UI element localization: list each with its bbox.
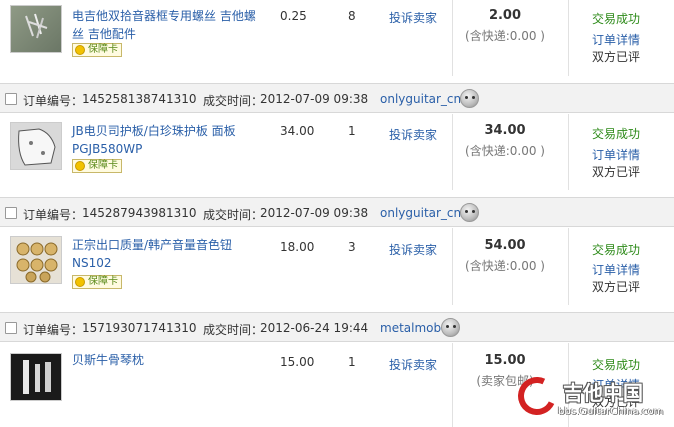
pickguard-icon <box>18 128 56 166</box>
order-checkbox[interactable] <box>5 322 17 334</box>
watermark-logo-text: 吉他中国 <box>563 381 643 405</box>
order-total: 15.00 <box>484 353 526 368</box>
column-divider <box>452 228 453 305</box>
order-detail-link[interactable]: 订单详情 <box>592 31 640 48</box>
deal-time: 2012-07-09 09:38 <box>260 206 369 220</box>
shipping-note: (含快递:0.00 ) <box>465 144 545 158</box>
order-number: 145287943981310 <box>82 206 197 220</box>
rating-status: 双方已评 <box>592 50 641 64</box>
order-total: 2.00 <box>488 8 522 23</box>
order-number-label: 订单编号： <box>23 94 84 108</box>
column-divider <box>452 114 453 190</box>
column-divider <box>568 0 569 76</box>
order-header: 订单编号： 145258138741310 成交时间： 2012-07-09 0… <box>0 83 674 113</box>
deal-time: 2012-07-09 09:38 <box>260 92 369 106</box>
complain-seller-link[interactable]: 投诉卖家 <box>389 126 437 143</box>
shipping-note: (含快递:0.00 ) <box>465 259 545 273</box>
rating-status: 双方已评 <box>592 165 641 179</box>
column-divider <box>452 343 453 427</box>
item-title[interactable]: 贝斯牛骨琴枕 <box>72 351 262 369</box>
order-checkbox[interactable] <box>5 207 17 219</box>
quantity: 1 <box>348 124 356 138</box>
trade-status: 交易成功 <box>592 358 641 372</box>
deal-time-label: 成交时间： <box>203 94 264 108</box>
rating-status: 双方已评 <box>592 280 641 294</box>
unit-price: 0.25 <box>280 9 307 23</box>
guarantee-icon <box>75 45 85 55</box>
deal-time-label: 成交时间： <box>203 323 264 337</box>
watermark-url: bbs.GuitarChina.com <box>558 406 664 417</box>
trade-status: 交易成功 <box>592 12 641 26</box>
quantity: 1 <box>348 355 356 369</box>
order-number-label: 订单编号： <box>23 323 84 337</box>
order-number: 145258138741310 <box>82 92 197 106</box>
item-title[interactable]: 正宗出口质量/韩产音量音色钮 NS102 <box>72 236 262 272</box>
knobs-thumbnail[interactable] <box>10 236 62 284</box>
unit-price: 18.00 <box>280 240 315 254</box>
order-item-2: JB电贝司护板/白珍珠护板 面板 PGJB580WP 保障卡 34.00 1 投… <box>0 114 674 190</box>
guarantee-icon <box>75 161 85 171</box>
quantity: 8 <box>348 9 356 23</box>
guarantee-badge[interactable]: 保障卡 <box>72 275 122 289</box>
guarantee-badge[interactable]: 保障卡 <box>72 43 122 57</box>
order-detail-link[interactable]: 订单详情 <box>592 261 640 278</box>
trade-status: 交易成功 <box>592 243 641 257</box>
complain-seller-link[interactable]: 投诉卖家 <box>389 356 437 373</box>
shipping-note: (含快递:0.00 ) <box>465 29 545 43</box>
order-header: 订单编号： 145287943981310 成交时间： 2012-07-09 0… <box>0 197 674 227</box>
column-divider <box>568 114 569 190</box>
bone-nut-icon <box>23 360 51 394</box>
seller-name-link[interactable]: metalmob <box>380 321 441 335</box>
order-number-label: 订单编号： <box>23 208 84 222</box>
column-divider <box>568 228 569 305</box>
wangwang-chat-icon[interactable] <box>460 89 479 108</box>
item-title[interactable]: 电吉他双拾音器框专用螺丝 吉他螺丝 吉他配件 <box>72 7 262 43</box>
column-divider <box>452 0 453 76</box>
site-watermark: 吉他中国 bbs.GuitarChina.com <box>512 371 674 427</box>
guarantee-badge[interactable]: 保障卡 <box>72 159 122 173</box>
unit-price: 34.00 <box>280 124 315 138</box>
order-item-3: 正宗出口质量/韩产音量音色钮 NS102 保障卡 18.00 3 投诉卖家 54… <box>0 228 674 304</box>
screws-thumbnail[interactable] <box>10 5 62 53</box>
trade-status: 交易成功 <box>592 127 641 141</box>
quantity: 3 <box>348 240 356 254</box>
item-title[interactable]: JB电贝司护板/白珍珠护板 面板 PGJB580WP <box>72 122 262 158</box>
guarantee-icon <box>75 277 85 287</box>
pickguard-thumbnail[interactable] <box>10 122 62 170</box>
seller-name-link[interactable]: onlyguitar_cn <box>380 206 461 220</box>
knobs-icon <box>16 242 58 283</box>
wangwang-chat-icon[interactable] <box>460 203 479 222</box>
deal-time-label: 成交时间： <box>203 208 264 222</box>
screws-icon <box>25 13 48 39</box>
complain-seller-link[interactable]: 投诉卖家 <box>389 241 437 258</box>
order-total: 34.00 <box>484 123 526 138</box>
order-detail-link[interactable]: 订单详情 <box>592 146 640 163</box>
complain-seller-link[interactable]: 投诉卖家 <box>389 9 437 26</box>
order-item-1: 电吉他双拾音器框专用螺丝 吉他螺丝 吉他配件 保障卡 0.25 8 投诉卖家 2… <box>0 0 674 76</box>
seller-name-link[interactable]: onlyguitar_cn <box>380 92 461 106</box>
order-number: 157193071741310 <box>82 321 197 335</box>
guitar-logo-icon <box>512 371 562 421</box>
order-total: 54.00 <box>484 238 526 253</box>
unit-price: 15.00 <box>280 355 315 369</box>
order-checkbox[interactable] <box>5 93 17 105</box>
deal-time: 2012-06-24 19:44 <box>260 321 369 335</box>
wangwang-chat-icon[interactable] <box>441 318 460 337</box>
bone-nut-thumbnail[interactable] <box>10 353 62 401</box>
order-header: 订单编号： 157193071741310 成交时间： 2012-06-24 1… <box>0 312 674 342</box>
